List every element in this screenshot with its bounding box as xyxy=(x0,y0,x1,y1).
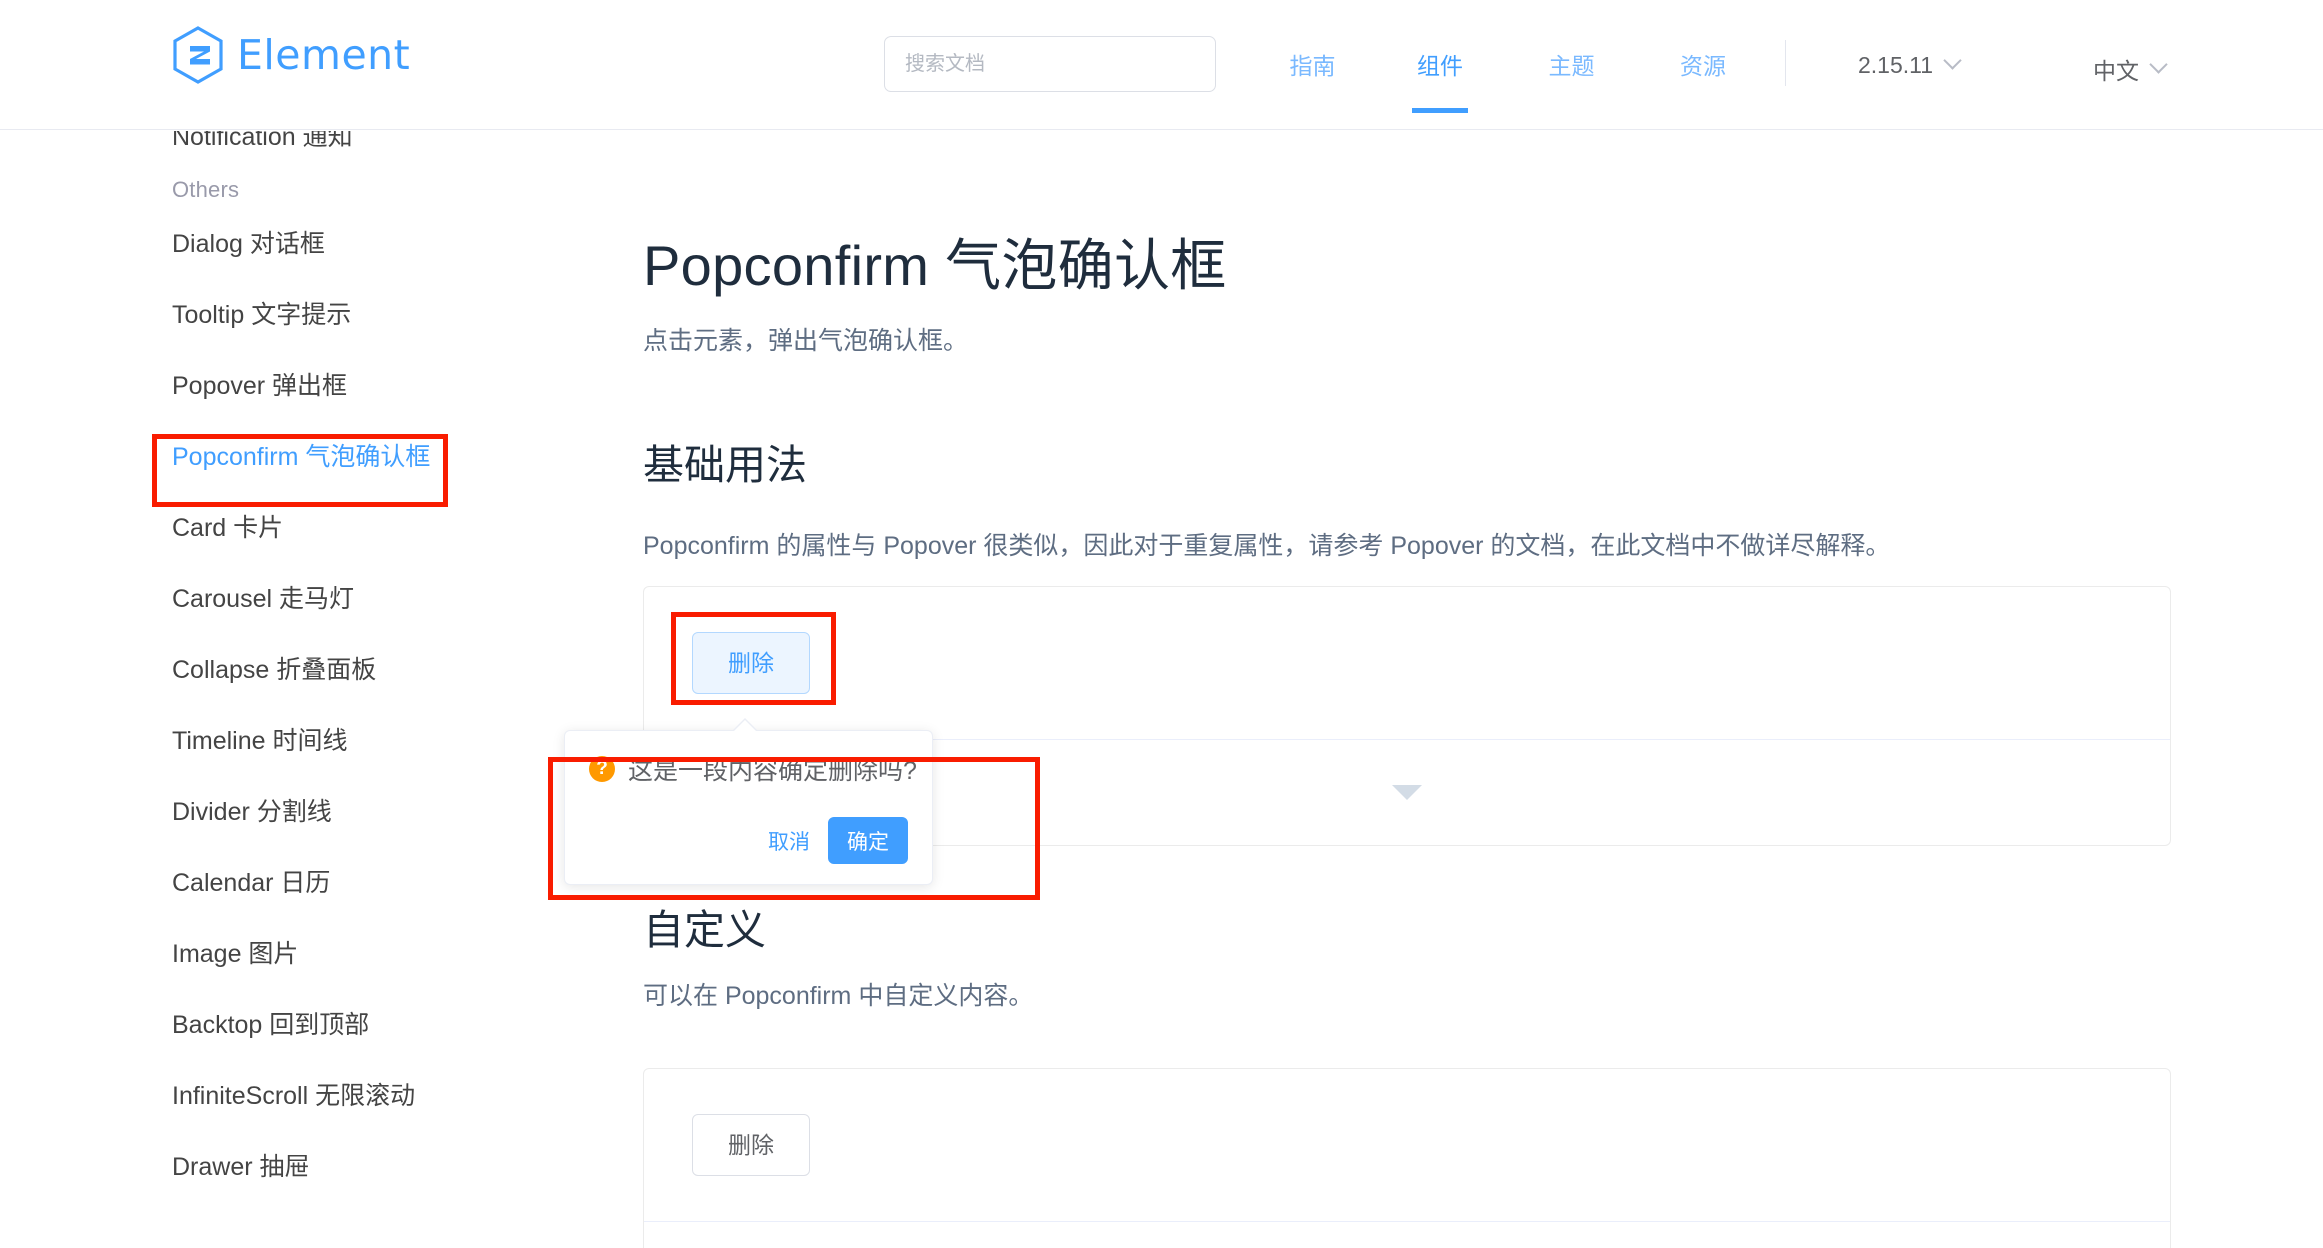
chevron-down-icon xyxy=(2149,55,2167,73)
caret-down-icon xyxy=(1392,785,1422,800)
element-hexagon-logo-icon xyxy=(172,26,224,84)
sidebar-item-card[interactable]: Card 卡片 xyxy=(0,493,555,564)
sidebar-item-carousel[interactable]: Carousel 走马灯 xyxy=(0,564,555,635)
sidebar-item-list: Dialog 对话框 Tooltip 文字提示 Popover 弹出框 Popc… xyxy=(0,209,555,1203)
active-tab-indicator xyxy=(1412,108,1468,113)
nav-item-label: 资源 xyxy=(1680,47,1726,81)
section-heading-custom: 自定义 xyxy=(643,896,766,956)
version-label: 2.15.11 xyxy=(1858,52,1933,79)
nav-item-label: 指南 xyxy=(1290,47,1336,81)
section-paragraph-basic: Popconfirm 的属性与 Popover 很类似，因此对于重复属性，请参考… xyxy=(643,526,1890,566)
sidebar-item-infinitescroll[interactable]: InfiniteScroll 无限滚动 xyxy=(0,1061,555,1132)
popconfirm-popup: ? 这是一段内容确定删除吗? 取消 确定 xyxy=(564,730,933,885)
nav-item-resources[interactable]: 资源 xyxy=(1638,17,1768,111)
nav-item-theme[interactable]: 主题 xyxy=(1505,17,1638,111)
delete-button-custom[interactable]: 删除 xyxy=(692,1114,810,1176)
element-docs-page: Element 指南 组件 主题 资源 2.15.11 xyxy=(0,0,2323,1248)
page-lead: 点击元素，弹出气泡确认框。 xyxy=(643,321,968,357)
main-nav: 指南 组件 主题 资源 xyxy=(1250,36,1768,92)
sidebar-item-timeline[interactable]: Timeline 时间线 xyxy=(0,706,555,777)
sidebar-item-calendar[interactable]: Calendar 日历 xyxy=(0,848,555,919)
sidebar-item-popconfirm[interactable]: Popconfirm 气泡确认框 xyxy=(0,422,555,493)
popconfirm-actions: 取消 确定 xyxy=(764,817,908,864)
sidebar-item-clipped[interactable]: Notification 通知 xyxy=(172,131,353,153)
search-input[interactable] xyxy=(905,53,1195,76)
header-divider xyxy=(1785,40,1786,86)
page-title: Popconfirm 气泡确认框 xyxy=(643,221,1227,302)
search-box[interactable] xyxy=(884,36,1216,92)
nav-item-components[interactable]: 组件 xyxy=(1375,17,1505,111)
sidebar-item-tooltip[interactable]: Tooltip 文字提示 xyxy=(0,280,555,351)
section-heading-basic: 基础用法 xyxy=(643,431,807,491)
popconfirm-cancel-button[interactable]: 取消 xyxy=(764,820,814,862)
sidebar-item-popover[interactable]: Popover 弹出框 xyxy=(0,351,555,422)
demo-area-custom xyxy=(644,1069,2170,1221)
brand-name: Element xyxy=(237,35,410,76)
nav-item-label: 组件 xyxy=(1417,47,1463,81)
nav-item-guide[interactable]: 指南 xyxy=(1250,17,1375,111)
demo-card-custom xyxy=(643,1068,2171,1248)
sidebar-item-collapse[interactable]: Collapse 折叠面板 xyxy=(0,635,555,706)
sidebar-item-backtop[interactable]: Backtop 回到顶部 xyxy=(0,990,555,1061)
popconfirm-confirm-button[interactable]: 确定 xyxy=(828,817,908,864)
chevron-down-icon xyxy=(1943,51,1961,69)
popconfirm-message: 这是一段内容确定删除吗? xyxy=(628,751,917,787)
site-header: Element 指南 组件 主题 资源 2.15.11 xyxy=(0,0,2323,130)
sidebar-item-drawer[interactable]: Drawer 抽屉 xyxy=(0,1132,555,1203)
sidebar-item-divider[interactable]: Divider 分割线 xyxy=(0,777,555,848)
demo-expand-bar-custom[interactable] xyxy=(644,1221,2170,1248)
delete-button-basic[interactable]: 删除 xyxy=(692,632,810,694)
version-select[interactable]: 2.15.11 xyxy=(1858,52,1959,79)
language-label: 中文 xyxy=(2093,52,2139,86)
question-circle-warning-icon: ? xyxy=(589,756,615,782)
popconfirm-arrow-inner xyxy=(732,720,758,733)
demo-area-basic xyxy=(644,587,2170,739)
sidebar-item-dialog[interactable]: Dialog 对话框 xyxy=(0,209,555,280)
brand-logo[interactable]: Element xyxy=(172,26,410,84)
language-select[interactable]: 中文 xyxy=(2093,52,2165,86)
main-content: Popconfirm 气泡确认框 点击元素，弹出气泡确认框。 基础用法 Popc… xyxy=(555,131,2323,1248)
nav-item-label: 主题 xyxy=(1549,47,1595,81)
sidebar-group-title: Others xyxy=(172,177,239,203)
popconfirm-message-row: ? 这是一段内容确定删除吗? xyxy=(589,751,908,787)
sidebar-nav: Notification 通知 Others Dialog 对话框 Toolti… xyxy=(0,131,555,1248)
sidebar-item-image[interactable]: Image 图片 xyxy=(0,919,555,990)
section-paragraph-custom: 可以在 Popconfirm 中自定义内容。 xyxy=(643,976,1033,1016)
